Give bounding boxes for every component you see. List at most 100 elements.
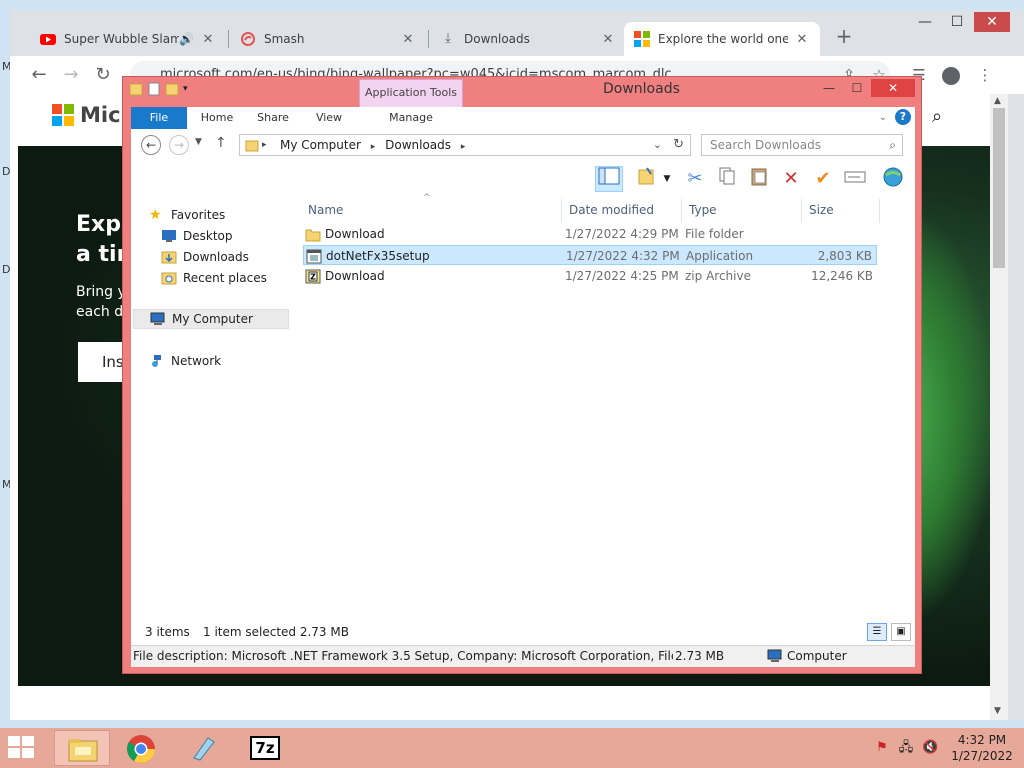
taskbar-notepad[interactable] <box>176 730 232 766</box>
new-tab-button[interactable]: + <box>832 24 856 48</box>
computer-icon <box>150 312 165 325</box>
system-clock[interactable]: 4:32 PM 1/27/2022 <box>950 732 1014 764</box>
folder-options-icon[interactable] <box>633 166 661 192</box>
up-icon[interactable]: ↑ <box>215 135 227 151</box>
close-button[interactable]: ✕ <box>974 12 1010 32</box>
forward-icon[interactable]: → <box>169 135 189 155</box>
column-header-type[interactable]: Type <box>689 203 717 217</box>
volume-muted-icon[interactable]: 🔇 <box>922 740 938 756</box>
paste-icon[interactable] <box>745 166 773 192</box>
new-folder-icon[interactable] <box>165 81 179 97</box>
minimize-button[interactable]: — <box>815 79 843 97</box>
notepad-icon <box>193 737 215 761</box>
nav-downloads[interactable]: Downloads <box>161 247 249 267</box>
address-bar[interactable]: ▸ My Computer ▸ Downloads ▸ ⌄ ↻ <box>239 134 691 156</box>
tab-smash[interactable]: Smash ✕ <box>230 22 426 56</box>
tab-youtube[interactable]: Super Wubble Slam I 🔊 ✕ <box>30 22 226 56</box>
chrome-icon <box>127 735 155 763</box>
forward-icon[interactable]: → <box>60 64 82 86</box>
maximize-button[interactable]: ☐ <box>942 12 972 32</box>
help-icon[interactable]: ? <box>895 109 911 125</box>
back-icon[interactable]: ← <box>141 135 161 155</box>
tab-manage[interactable]: Manage <box>359 107 463 129</box>
action-center-flag-icon[interactable]: ⚑ <box>874 740 890 756</box>
download-icon: ⤓ <box>445 31 451 46</box>
sort-ascending-icon: ^ <box>423 193 431 203</box>
nav-recent-places[interactable]: Recent places <box>161 268 267 288</box>
expand-ribbon-icon[interactable]: ⌄ <box>879 112 887 123</box>
minimize-button[interactable]: — <box>910 12 940 32</box>
file-row[interactable]: Download 1/27/2022 4:29 PM File folder <box>303 224 877 244</box>
tab-home[interactable]: Home <box>193 107 241 129</box>
properties-icon[interactable] <box>147 81 161 97</box>
tab-downloads[interactable]: ⤓ Downloads ✕ <box>430 22 626 56</box>
speaker-icon[interactable]: 🔊 <box>179 32 194 46</box>
tab-file[interactable]: File <box>131 107 187 129</box>
file-row[interactable]: Z Download 1/27/2022 4:25 PM zip Archive… <box>303 266 877 286</box>
item-count: 3 items <box>145 625 190 639</box>
recent-locations-icon[interactable]: ▼ <box>195 137 202 147</box>
breadcrumb-computer[interactable]: My Computer <box>280 138 361 152</box>
network-icon <box>152 355 161 367</box>
tab-microsoft[interactable]: Explore the world one pl ✕ <box>624 22 820 56</box>
taskbar-7zip[interactable]: 7z <box>236 730 292 766</box>
start-button[interactable] <box>8 736 36 760</box>
ribbon-tabs: File Home Share View Manage ⌄ ? <box>131 107 915 129</box>
tab-close-icon[interactable]: ✕ <box>600 32 616 47</box>
nav-network[interactable]: Network <box>149 351 221 371</box>
column-header-name[interactable]: Name <box>308 203 343 217</box>
tab-close-icon[interactable]: ✕ <box>200 32 216 47</box>
breadcrumb-downloads[interactable]: Downloads <box>385 138 451 152</box>
taskbar-chrome[interactable] <box>114 730 170 766</box>
downloads-folder-icon <box>161 251 177 264</box>
explorer-titlebar: ▾ Downloads — ☐ ✕ <box>123 77 921 103</box>
chevron-down-icon[interactable]: ▼ <box>661 166 673 192</box>
select-check-icon[interactable]: ✔ <box>809 166 837 192</box>
search-input[interactable]: Search Downloads ⌕ <box>701 134 903 156</box>
taskbar-file-explorer[interactable] <box>54 730 110 766</box>
chevron-down-icon[interactable]: ⌄ <box>653 135 662 155</box>
network-icon[interactable]: 🖧 <box>898 740 914 756</box>
rename-icon[interactable] <box>841 166 869 192</box>
tab-close-icon[interactable]: ✕ <box>794 32 810 47</box>
refresh-icon[interactable]: ↻ <box>673 135 684 155</box>
large-icons-view-icon[interactable]: ▣ <box>891 623 911 641</box>
tab-share[interactable]: Share <box>249 107 297 129</box>
folder-icon <box>305 229 321 241</box>
preview-pane-icon[interactable] <box>595 166 623 192</box>
nav-desktop[interactable]: Desktop <box>161 226 233 246</box>
status-bar: 3 items 1 item selected 2.73 MB ☰ ▣ <box>131 619 915 645</box>
back-icon[interactable]: ← <box>28 64 50 86</box>
delete-icon[interactable]: ✕ <box>777 166 805 192</box>
column-header-date[interactable]: Date modified <box>569 203 654 217</box>
explorer-content: ★ Favorites Desktop Downloads Recent pla… <box>131 193 915 619</box>
globe-icon[interactable] <box>879 166 907 192</box>
column-header-size[interactable]: Size <box>809 203 834 217</box>
chevron-down-icon[interactable]: ▾ <box>183 81 193 97</box>
taskbar: 7z ⚑ 🖧 🔇 4:32 PM 1/27/2022 <box>0 728 1024 768</box>
copy-icon[interactable] <box>713 166 741 192</box>
folder-icon <box>245 140 259 152</box>
details-view-icon[interactable]: ☰ <box>867 623 887 641</box>
desktop-icon <box>162 230 176 242</box>
page-scrollbar[interactable]: ▲ ▼ <box>990 94 1008 720</box>
quick-access-toolbar: ▾ <box>129 81 193 97</box>
tab-strip: Super Wubble Slam I 🔊 ✕ Smash ✕ ⤓ Downlo… <box>10 10 1024 56</box>
nav-my-computer[interactable]: My Computer <box>133 309 289 329</box>
application-icon <box>306 249 322 263</box>
profile-avatar[interactable] <box>942 67 960 85</box>
file-row[interactable]: dotNetFx35setup 1/27/2022 4:32 PM Applic… <box>303 245 877 265</box>
reload-icon[interactable]: ↻ <box>92 64 114 86</box>
tab-title: Explore the world one pl <box>658 32 788 46</box>
close-button[interactable]: ✕ <box>871 79 915 97</box>
cut-icon[interactable]: ✂ <box>681 166 709 192</box>
folder-icon[interactable] <box>129 81 143 97</box>
tab-close-icon[interactable]: ✕ <box>400 32 416 47</box>
nav-favorites[interactable]: ★ Favorites <box>149 205 225 225</box>
menu-icon[interactable]: ⋮ <box>974 64 996 86</box>
tab-view[interactable]: View <box>305 107 353 129</box>
maximize-button[interactable]: ☐ <box>843 79 871 97</box>
microsoft-logo[interactable] <box>52 104 74 126</box>
svg-text:Z: Z <box>310 272 316 281</box>
search-icon[interactable]: ⌕ <box>932 106 942 127</box>
